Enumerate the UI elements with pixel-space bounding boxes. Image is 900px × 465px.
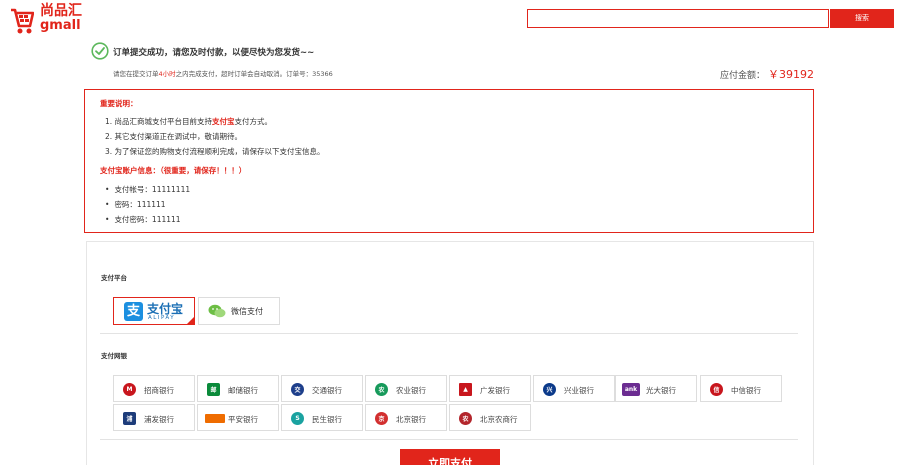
line1-prefix: 1. 尚品汇商城支付平台目前支持	[105, 117, 213, 126]
wechat-pay-label: 微信支付	[231, 307, 263, 316]
bank-label: 中信银行	[731, 386, 761, 395]
bank-option-cmb[interactable]: M 招商银行	[113, 375, 195, 402]
abc-logo-icon: 农	[375, 383, 388, 396]
bank-option-bocom[interactable]: 交 交通银行	[281, 375, 363, 402]
bank-label: 光大银行	[646, 386, 676, 395]
bob-logo-icon: 京	[375, 412, 388, 425]
important-title: 重要说明：	[100, 99, 138, 108]
bank-label: 交通银行	[312, 386, 342, 395]
bank-option-abc[interactable]: 农 农业银行	[365, 375, 447, 402]
notice-line-3: 3. 为了保证您的购物支付流程顺利完成，请保存以下支付宝信息。	[105, 147, 325, 156]
bank-label: 广发银行	[480, 386, 510, 395]
cmb-logo-icon: M	[123, 383, 136, 396]
logo-text: 尚品汇	[40, 3, 82, 19]
bank-option-bob[interactable]: 京 北京银行	[365, 404, 447, 431]
wechat-icon	[208, 304, 226, 318]
success-check-icon	[91, 42, 109, 60]
divider	[100, 333, 798, 334]
bank-option-cmbc[interactable]: S 民生银行	[281, 404, 363, 431]
divider	[100, 439, 798, 440]
platform-section-title: 支付平台	[101, 274, 127, 282]
logo-subtext: gmall	[40, 18, 81, 33]
pay-now-button[interactable]: 立即支付	[400, 449, 500, 465]
cart-icon	[11, 8, 34, 34]
bank-option-spdb[interactable]: 浦 浦发银行	[113, 404, 195, 431]
pingan-logo-icon	[205, 414, 225, 423]
bjrcb-logo-icon: 农	[459, 412, 472, 425]
note-suffix: 之内完成支付，超时订单会自动取消。订单号：35366	[175, 70, 333, 78]
bank-label: 兴业银行	[564, 386, 594, 395]
note-prefix: 请您在提交订单	[113, 70, 159, 78]
line1-suffix: 支付方式。	[234, 117, 273, 126]
spdb-logo-icon: 浦	[123, 412, 136, 425]
success-note: 请您在提交订单4小时之内完成支付，超时订单会自动取消。订单号：35366	[113, 68, 333, 78]
search-button[interactable]: 搜索	[830, 9, 894, 28]
bank-label: 北京银行	[396, 415, 426, 424]
note-hours: 4小时	[158, 70, 176, 78]
bank-label: 浦发银行	[144, 415, 174, 424]
bank-option-psbc[interactable]: 邮 邮储银行	[197, 375, 279, 402]
bank-section-title: 支付网银	[101, 352, 127, 360]
bank-option-bjrcb[interactable]: 农 北京农商行	[449, 404, 531, 431]
alipay-option[interactable]: 支 支付宝 ALIPAY	[113, 297, 195, 325]
success-title: 订单提交成功，请您及时付款，以便尽快为您发货~~	[113, 48, 315, 58]
wechat-pay-option[interactable]: 微信支付	[198, 297, 280, 325]
cmbc-logo-icon: S	[291, 412, 304, 425]
cgb-logo-icon: ▲	[459, 383, 472, 396]
cib-logo-icon: 兴	[543, 383, 556, 396]
account-item: 密码：111111	[105, 199, 165, 210]
bank-label: 招商银行	[144, 386, 174, 395]
bank-label: 平安银行	[228, 415, 258, 424]
alipay-sublabel: ALIPAY	[148, 315, 176, 321]
citic-logo-icon: 信	[710, 383, 723, 396]
bank-option-ceb[interactable]: ank 光大银行	[615, 375, 697, 402]
bank-option-pingan[interactable]: 平安银行	[197, 404, 279, 431]
account-info-title: 支付宝账户信息：（很重要，请保存！！！）	[100, 166, 247, 175]
bank-label: 民生银行	[312, 415, 342, 424]
search-input[interactable]	[527, 9, 829, 28]
account-item: 支付密码：111111	[105, 214, 180, 225]
bank-label: 农业银行	[396, 386, 426, 395]
selected-corner-icon	[187, 317, 194, 324]
line1-highlight: 支付宝	[212, 117, 235, 126]
amount-value: ￥39192	[768, 68, 814, 81]
notice-line-2: 2. 其它支付渠道正在调试中，敬请期待。	[105, 132, 243, 141]
bank-option-cib[interactable]: 兴 兴业银行	[533, 375, 615, 402]
account-item: 支付帐号：11111111	[105, 184, 190, 195]
bank-option-cgb[interactable]: ▲ 广发银行	[449, 375, 531, 402]
logo[interactable]: 尚品汇 gmall	[8, 2, 88, 38]
notice-line-1: 1. 尚品汇商城支付平台目前支持支付宝支付方式。	[105, 116, 272, 127]
bank-option-citic[interactable]: 信 中信银行	[700, 375, 782, 402]
payment-panel	[86, 241, 814, 465]
important-notice: 重要说明： 1. 尚品汇商城支付平台目前支持支付宝支付方式。 2. 其它支付渠道…	[84, 89, 814, 233]
alipay-icon: 支	[124, 302, 143, 321]
bank-label: 北京农商行	[480, 415, 518, 424]
amount-label: 应付金额：	[720, 71, 766, 81]
psbc-logo-icon: 邮	[207, 383, 220, 396]
ceb-logo-icon: ank	[622, 383, 640, 396]
bank-label: 邮储银行	[228, 386, 258, 395]
bocom-logo-icon: 交	[291, 383, 304, 396]
